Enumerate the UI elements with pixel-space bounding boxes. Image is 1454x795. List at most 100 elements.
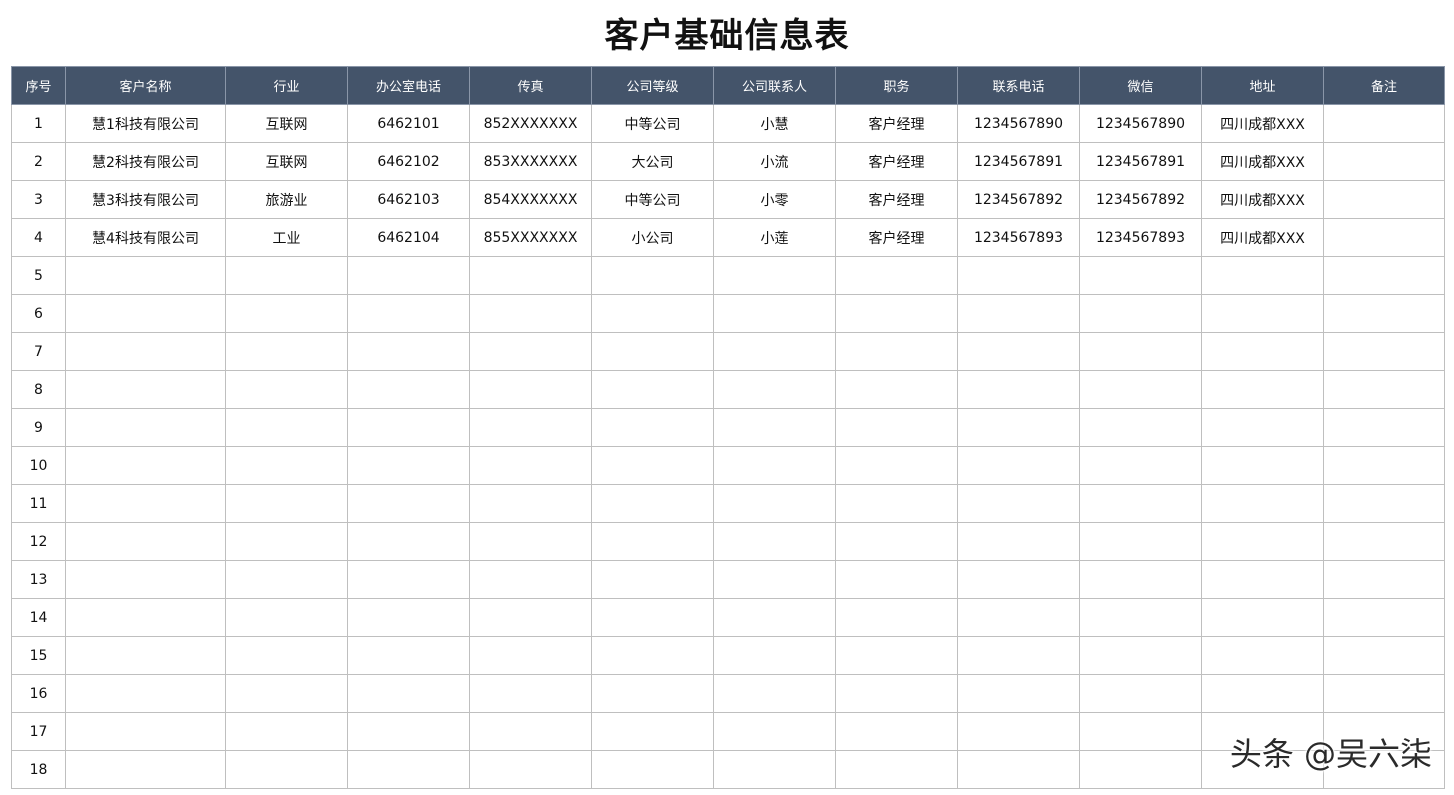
table-cell[interactable] xyxy=(591,636,714,675)
table-cell[interactable] xyxy=(469,522,592,561)
table-cell[interactable]: 6462102 xyxy=(347,142,470,181)
table-cell[interactable] xyxy=(835,408,958,447)
table-cell[interactable]: 8 xyxy=(11,370,66,409)
table-cell[interactable] xyxy=(347,332,470,371)
table-cell[interactable]: 客户经理 xyxy=(835,180,958,219)
table-cell[interactable] xyxy=(591,294,714,333)
table-cell[interactable]: 四川成都XXX xyxy=(1201,218,1324,257)
table-cell[interactable]: 1 xyxy=(11,104,66,143)
table-cell[interactable] xyxy=(713,294,836,333)
table-cell[interactable] xyxy=(1201,446,1324,485)
table-cell[interactable]: 四川成都XXX xyxy=(1201,142,1324,181)
table-cell[interactable]: 6462101 xyxy=(347,104,470,143)
table-cell[interactable]: 1234567890 xyxy=(957,104,1080,143)
table-cell[interactable]: 17 xyxy=(11,712,66,751)
table-cell[interactable] xyxy=(1079,484,1202,523)
table-cell[interactable] xyxy=(835,636,958,675)
table-cell[interactable] xyxy=(1323,180,1445,219)
table-cell[interactable] xyxy=(469,484,592,523)
table-cell[interactable] xyxy=(1201,636,1324,675)
table-cell[interactable] xyxy=(1323,636,1445,675)
column-header[interactable]: 客户名称 xyxy=(65,66,226,105)
table-cell[interactable]: 互联网 xyxy=(225,142,348,181)
table-cell[interactable] xyxy=(835,712,958,751)
column-header[interactable]: 办公室电话 xyxy=(347,66,470,105)
table-cell[interactable] xyxy=(713,446,836,485)
table-cell[interactable] xyxy=(957,750,1080,789)
table-cell[interactable] xyxy=(1079,750,1202,789)
table-cell[interactable] xyxy=(1323,446,1445,485)
table-cell[interactable] xyxy=(347,674,470,713)
table-cell[interactable] xyxy=(713,256,836,295)
table-cell[interactable]: 11 xyxy=(11,484,66,523)
table-cell[interactable] xyxy=(65,484,226,523)
table-cell[interactable]: 2 xyxy=(11,142,66,181)
table-cell[interactable] xyxy=(1323,256,1445,295)
table-cell[interactable] xyxy=(347,294,470,333)
table-cell[interactable] xyxy=(225,408,348,447)
table-cell[interactable] xyxy=(347,370,470,409)
table-cell[interactable] xyxy=(957,332,1080,371)
table-cell[interactable] xyxy=(225,598,348,637)
table-cell[interactable] xyxy=(591,446,714,485)
table-cell[interactable] xyxy=(1323,218,1445,257)
table-cell[interactable] xyxy=(1079,598,1202,637)
table-cell[interactable] xyxy=(65,712,226,751)
table-cell[interactable]: 10 xyxy=(11,446,66,485)
table-cell[interactable] xyxy=(225,256,348,295)
table-cell[interactable] xyxy=(591,256,714,295)
table-cell[interactable]: 3 xyxy=(11,180,66,219)
table-cell[interactable] xyxy=(591,560,714,599)
table-cell[interactable] xyxy=(469,674,592,713)
table-cell[interactable] xyxy=(469,294,592,333)
table-cell[interactable]: 855XXXXXXX xyxy=(469,218,592,257)
table-cell[interactable] xyxy=(835,370,958,409)
table-cell[interactable] xyxy=(835,294,958,333)
table-cell[interactable] xyxy=(1079,256,1202,295)
table-cell[interactable]: 12 xyxy=(11,522,66,561)
table-cell[interactable] xyxy=(957,484,1080,523)
table-cell[interactable] xyxy=(225,294,348,333)
table-cell[interactable] xyxy=(469,750,592,789)
table-cell[interactable] xyxy=(65,674,226,713)
table-cell[interactable] xyxy=(591,598,714,637)
table-cell[interactable]: 四川成都XXX xyxy=(1201,104,1324,143)
table-cell[interactable] xyxy=(347,256,470,295)
column-header[interactable]: 微信 xyxy=(1079,66,1202,105)
table-cell[interactable]: 客户经理 xyxy=(835,142,958,181)
table-cell[interactable] xyxy=(347,636,470,675)
table-cell[interactable] xyxy=(347,446,470,485)
table-cell[interactable] xyxy=(835,332,958,371)
table-cell[interactable] xyxy=(65,598,226,637)
table-cell[interactable] xyxy=(957,408,1080,447)
table-cell[interactable]: 852XXXXXXX xyxy=(469,104,592,143)
table-cell[interactable] xyxy=(1201,674,1324,713)
column-header[interactable]: 联系电话 xyxy=(957,66,1080,105)
table-cell[interactable] xyxy=(1079,332,1202,371)
table-cell[interactable] xyxy=(835,560,958,599)
table-cell[interactable] xyxy=(1201,408,1324,447)
table-cell[interactable] xyxy=(1323,332,1445,371)
table-cell[interactable] xyxy=(957,256,1080,295)
table-cell[interactable]: 1234567892 xyxy=(1079,180,1202,219)
table-cell[interactable] xyxy=(1323,598,1445,637)
table-cell[interactable] xyxy=(591,750,714,789)
table-cell[interactable] xyxy=(225,712,348,751)
table-cell[interactable] xyxy=(713,674,836,713)
table-cell[interactable] xyxy=(65,294,226,333)
table-cell[interactable] xyxy=(591,522,714,561)
table-cell[interactable] xyxy=(225,446,348,485)
table-cell[interactable]: 小零 xyxy=(713,180,836,219)
table-cell[interactable] xyxy=(347,522,470,561)
table-cell[interactable] xyxy=(957,446,1080,485)
table-cell[interactable] xyxy=(1201,598,1324,637)
column-header[interactable]: 公司等级 xyxy=(591,66,714,105)
column-header[interactable]: 地址 xyxy=(1201,66,1324,105)
table-cell[interactable] xyxy=(225,370,348,409)
table-cell[interactable] xyxy=(713,484,836,523)
table-cell[interactable] xyxy=(1323,674,1445,713)
table-cell[interactable] xyxy=(347,560,470,599)
table-cell[interactable]: 客户经理 xyxy=(835,104,958,143)
table-cell[interactable] xyxy=(65,636,226,675)
table-cell[interactable] xyxy=(225,522,348,561)
